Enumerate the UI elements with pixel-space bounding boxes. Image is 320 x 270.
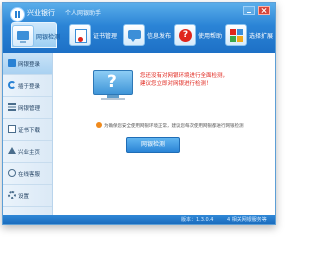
tab-label: 使用帮助 xyxy=(198,33,223,40)
sidebar-item-plugin-login[interactable]: 插于登录 xyxy=(3,75,52,97)
info-icon xyxy=(96,122,102,128)
help-icon: ? xyxy=(174,24,196,46)
warning-message: 您还没有对网银环境进行全面检测， 建议您立即对网银进行检测！ xyxy=(140,72,228,88)
certificate-icon xyxy=(8,125,16,133)
sidebar-item-label: 设置 xyxy=(18,194,30,200)
sidebar-item-cert-download[interactable]: 证书下载 xyxy=(3,119,52,141)
gear-icon xyxy=(8,191,16,199)
status-link[interactable]: 4 相关网银服务等 xyxy=(227,216,267,223)
home-icon xyxy=(8,147,16,154)
title-bar: 兴业银行 个人网银助手 网银检测 证书管理 信息发布 ? 使用帮助 选择扩展 xyxy=(3,3,275,53)
tab-label: 信息发布 xyxy=(147,33,172,40)
app-subtitle: 个人网银助手 xyxy=(65,10,102,17)
bank-logo-icon xyxy=(10,7,25,22)
monitor-question-icon: ? xyxy=(93,70,133,100)
tip-text: 为确保您安全使用网银环境正常，建议您每次使用网银都进行网银检测 xyxy=(104,124,244,129)
sidebar-item-label: 在线客服 xyxy=(18,172,41,178)
version-label: 版本：1.3.0.4 xyxy=(181,217,214,223)
extension-icon xyxy=(225,24,247,46)
sidebar-item-label: 网银管理 xyxy=(18,106,41,112)
sidebar-item-label: 插于登录 xyxy=(18,84,41,90)
sidebar-item-login[interactable]: 网银登录 xyxy=(3,53,52,75)
login-icon xyxy=(8,59,16,67)
tab-certificates[interactable]: 证书管理 xyxy=(69,22,118,48)
monitor-icon xyxy=(12,25,34,47)
tab-label: 网银检测 xyxy=(36,34,61,41)
sidebar: 网银登录 插于登录 网银管理 证书下载 兴业主页 在线客服 设置 xyxy=(3,53,53,215)
sidebar-item-label: 证书下载 xyxy=(18,128,41,134)
sidebar-item-label: 兴业主页 xyxy=(18,150,41,156)
status-bar: 版本：1.3.0.4 4 相关网银服务等 xyxy=(3,215,275,224)
main-panel: ? 您还没有对网银环境进行全面检测， 建议您立即对网银进行检测！ 为确保您安全使… xyxy=(53,53,275,215)
list-icon xyxy=(8,103,16,111)
certificate-icon xyxy=(69,24,91,46)
support-icon xyxy=(8,169,16,177)
warning-line-2: 建议您立即对网银进行检测！ xyxy=(140,81,212,87)
tab-label: 选择扩展 xyxy=(249,33,274,40)
tab-extensions[interactable]: 选择扩展 xyxy=(225,22,274,48)
tab-label: 证书管理 xyxy=(93,33,118,40)
sidebar-item-support[interactable]: 在线客服 xyxy=(3,163,52,185)
network-check-button[interactable]: 网银检测 xyxy=(126,137,180,153)
tab-news[interactable]: 信息发布 xyxy=(123,22,172,48)
sidebar-item-label: 网银登录 xyxy=(18,62,41,68)
app-title: 兴业银行 xyxy=(27,9,55,17)
message-icon xyxy=(123,24,145,46)
tab-help[interactable]: ? 使用帮助 xyxy=(174,22,223,48)
minimize-icon[interactable] xyxy=(243,6,255,15)
warning-line-1: 您还没有对网银环境进行全面检测， xyxy=(140,73,229,79)
sidebar-item-settings[interactable]: 设置 xyxy=(3,185,52,207)
close-icon[interactable] xyxy=(258,6,270,15)
sidebar-item-homepage[interactable]: 兴业主页 xyxy=(3,141,52,163)
tab-network-check[interactable]: 网银检测 xyxy=(11,22,61,48)
refresh-icon xyxy=(8,81,16,89)
app-window: 兴业银行 个人网银助手 网银检测 证书管理 信息发布 ? 使用帮助 选择扩展 网… xyxy=(2,2,276,225)
sidebar-item-management[interactable]: 网银管理 xyxy=(3,97,52,119)
